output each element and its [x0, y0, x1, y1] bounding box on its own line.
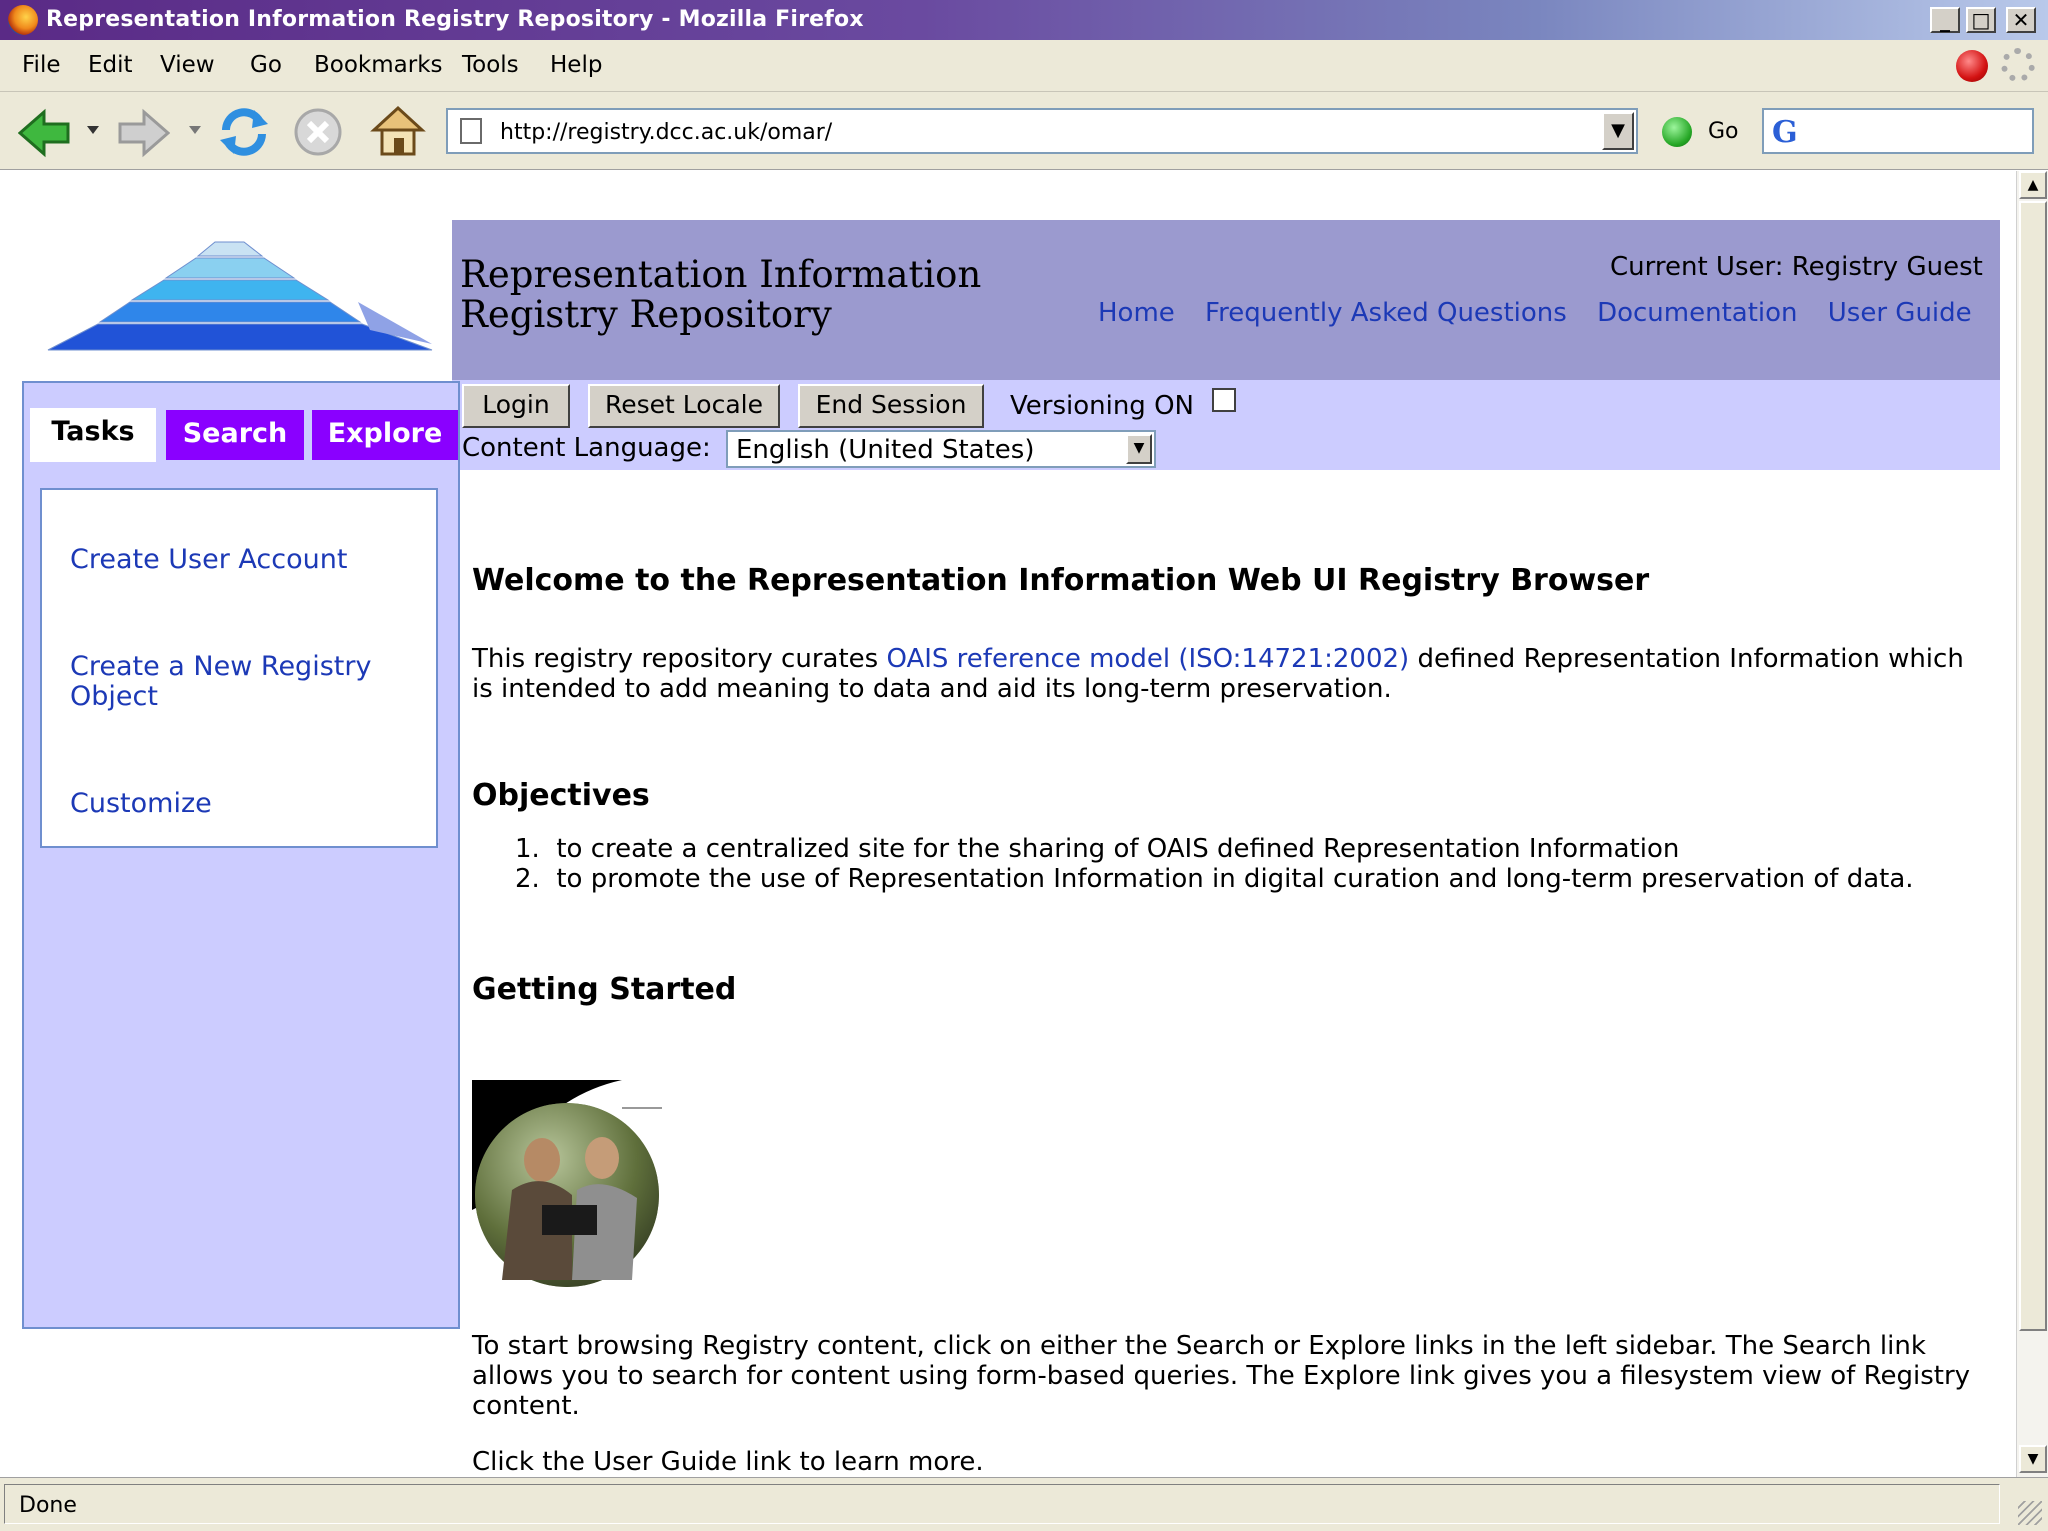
window-title: Representation Information Registry Repo…	[46, 7, 864, 32]
forward-dropdown-icon[interactable]	[188, 124, 202, 136]
alert-icon[interactable]	[1956, 50, 1988, 82]
content-language-value[interactable]: English (United States)	[736, 435, 1035, 465]
objectives-heading: Objectives	[472, 778, 650, 813]
welcome-heading: Welcome to the Representation Informatio…	[472, 563, 1650, 598]
close-button[interactable]: ✕	[2006, 7, 2036, 33]
objective-item: 1. to create a centralized site for the …	[515, 834, 1914, 864]
getting-started-paragraph: To start browsing Registry content, clic…	[472, 1331, 1971, 1421]
content-language-dropdown-icon[interactable]: ▼	[1126, 434, 1152, 464]
status-bar: Done	[0, 1477, 2048, 1531]
objective-number: 2.	[515, 864, 540, 894]
scrollbar-thumb[interactable]	[2019, 201, 2047, 1331]
menu-bookmarks[interactable]: Bookmarks	[314, 52, 443, 78]
site-title: Representation Information Registry Repo…	[460, 255, 981, 335]
header-nav: Home Frequently Asked Questions Document…	[1098, 298, 1994, 328]
versioning-label: Versioning ON	[1010, 391, 1194, 421]
end-session-button[interactable]: End Session	[798, 384, 984, 428]
url-text[interactable]: http://registry.dcc.ac.uk/omar/	[500, 120, 832, 145]
menu-help[interactable]: Help	[550, 52, 602, 78]
customize-link[interactable]: Customize	[70, 789, 400, 819]
home-link[interactable]: Home	[1098, 298, 1175, 328]
menu-go[interactable]: Go	[250, 52, 282, 78]
objective-text: to create a centralized site for the sha…	[556, 834, 1680, 864]
menu-tools[interactable]: Tools	[462, 52, 519, 78]
user-guide-link[interactable]: User Guide	[1828, 298, 1972, 328]
create-user-account-link[interactable]: Create User Account	[70, 545, 410, 575]
site-title-line1: Representation Information	[460, 253, 982, 296]
objective-item: 2. to promote the use of Representation …	[515, 864, 1914, 894]
maximize-button[interactable]: □	[1966, 7, 1996, 33]
getting-started-heading: Getting Started	[472, 972, 737, 1007]
objectives-list: 1. to create a centralized site for the …	[515, 834, 1914, 894]
menu-bar: File Edit View Go Bookmarks Tools Help	[0, 40, 2048, 92]
address-dropdown-button[interactable]: ▼	[1602, 112, 1634, 150]
go-button-label[interactable]: Go	[1708, 119, 1739, 144]
content-language-label: Content Language:	[462, 433, 711, 463]
address-bar[interactable]: http://registry.dcc.ac.uk/omar/ ▼	[446, 108, 1638, 154]
reload-icon[interactable]	[216, 104, 272, 160]
google-icon[interactable]: G	[1772, 115, 1798, 150]
registry-logo	[47, 241, 433, 351]
create-registry-object-link[interactable]: Create a New Registry Object	[70, 652, 400, 712]
reset-locale-button[interactable]: Reset Locale	[588, 384, 780, 428]
scroll-down-button[interactable]: ▼	[2019, 1445, 2047, 1473]
people-with-laptop-image	[472, 1080, 662, 1287]
vertical-scrollbar[interactable]: ▲ ▼	[2016, 171, 2048, 1477]
menu-edit[interactable]: Edit	[88, 52, 133, 78]
go-icon[interactable]	[1662, 117, 1692, 147]
tab-explore[interactable]: Explore	[312, 410, 458, 460]
documentation-link[interactable]: Documentation	[1597, 298, 1797, 328]
scroll-up-button[interactable]: ▲	[2019, 171, 2047, 199]
objective-text: to promote the use of Representation Inf…	[556, 864, 1914, 894]
oais-reference-link[interactable]: OAIS reference model (ISO:14721:2002)	[886, 644, 1409, 674]
minimize-button[interactable]: _	[1930, 7, 1960, 33]
resize-grip-icon[interactable]	[2018, 1501, 2042, 1525]
forward-icon[interactable]	[116, 108, 170, 158]
status-text: Done	[19, 1493, 77, 1518]
current-user: Current User: Registry Guest	[1610, 252, 1983, 282]
menu-view[interactable]: View	[160, 52, 215, 78]
objective-number: 1.	[515, 834, 540, 864]
stop-icon[interactable]	[292, 106, 344, 158]
intro-paragraph: This registry repository curates OAIS re…	[472, 644, 1992, 704]
content-language-select[interactable]: English (United States) ▼	[726, 430, 1156, 468]
status-panel: Done	[4, 1484, 2000, 1524]
window-title-bar: Representation Information Registry Repo…	[0, 0, 2048, 40]
intro-text-before: This registry repository curates	[472, 644, 887, 674]
back-dropdown-icon[interactable]	[86, 124, 100, 136]
page-icon	[460, 118, 482, 144]
back-icon[interactable]	[18, 108, 72, 158]
throbber-icon	[2001, 48, 2035, 82]
login-button[interactable]: Login	[462, 384, 570, 428]
search-box[interactable]: G	[1762, 108, 2034, 154]
firefox-icon	[8, 5, 38, 35]
user-guide-paragraph: Click the User Guide link to learn more.	[472, 1447, 984, 1477]
tab-search[interactable]: Search	[166, 410, 304, 460]
site-title-line2: Registry Repository	[460, 293, 832, 336]
menu-file[interactable]: File	[22, 52, 61, 78]
home-icon[interactable]	[370, 102, 426, 158]
tab-tasks[interactable]: Tasks	[30, 408, 156, 462]
faq-link[interactable]: Frequently Asked Questions	[1205, 298, 1567, 328]
versioning-checkbox[interactable]	[1212, 388, 1236, 412]
